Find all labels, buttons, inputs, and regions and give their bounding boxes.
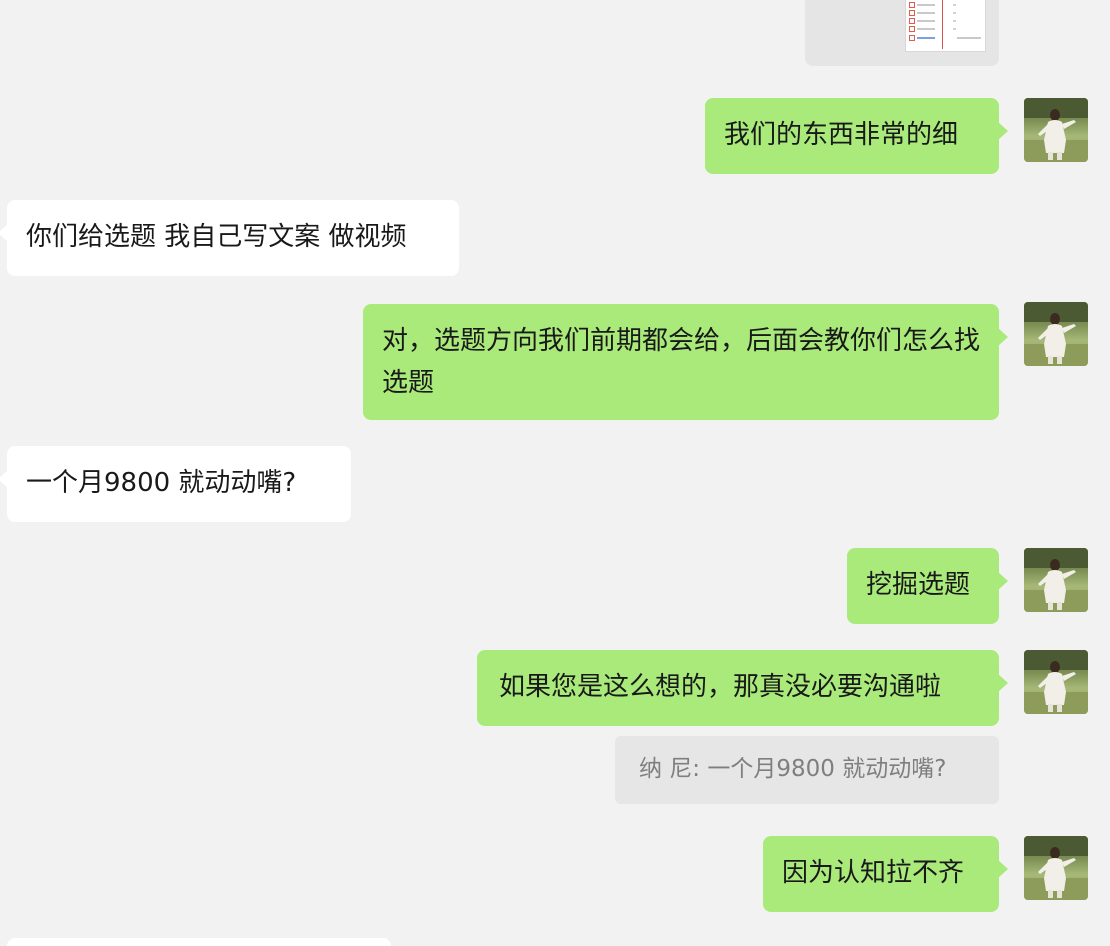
thumbnail-row-selected (909, 35, 981, 41)
self-avatar[interactable] (1024, 302, 1088, 366)
image-message[interactable] (805, 0, 999, 66)
message-text: 我们的东西非常的细 (724, 120, 959, 150)
message-text: 挖掘选题 (866, 570, 971, 600)
thumbnail-row (909, 18, 979, 24)
received-message-bubble-partial[interactable] (7, 938, 391, 946)
quoted-message-text: 纳 尼: 一个月9800 就动动嘴? (639, 756, 947, 782)
message-text: 一个月9800 就动动嘴? (26, 468, 297, 498)
sent-message-bubble[interactable]: 对，选题方向我们前期都会给，后面会教你们怎么找选题 (363, 304, 1008, 420)
avatar-image (1024, 98, 1088, 162)
avatar-image (1024, 836, 1088, 900)
avatar-image (1024, 650, 1088, 714)
sent-message-bubble[interactable]: 我们的东西非常的细 (705, 98, 1008, 174)
screenshot-thumbnail[interactable] (905, 0, 986, 52)
message-text: 因为认知拉不齐 (782, 858, 965, 888)
received-message-bubble[interactable]: 你们给选题 我自己写文案 做视频 (0, 200, 459, 276)
sent-message-bubble[interactable]: 如果您是这么想的，那真没必要沟通啦 (477, 650, 1008, 726)
thumbnail-row (909, 26, 979, 32)
received-message-bubble[interactable]: 一个月9800 就动动嘴? (0, 446, 351, 522)
message-text: 如果您是这么想的，那真没必要沟通啦 (499, 672, 942, 702)
quoted-message[interactable]: 纳 尼: 一个月9800 就动动嘴? (615, 736, 999, 804)
message-text: 对，选题方向我们前期都会给，后面会教你们怎么找选题 (382, 326, 981, 398)
self-avatar[interactable] (1024, 98, 1088, 162)
avatar-image (1024, 302, 1088, 366)
chat-message-list[interactable]: 我们的东西非常的细 你们给选题 我自己写文案 做视频 对，选题方向我们前期都会给… (0, 0, 1110, 946)
message-text: 你们给选题 我自己写文案 做视频 (26, 222, 407, 252)
self-avatar[interactable] (1024, 836, 1088, 900)
thumbnail-row (909, 2, 979, 8)
sent-message-bubble[interactable]: 因为认知拉不齐 (763, 836, 1008, 912)
self-avatar[interactable] (1024, 650, 1088, 714)
sent-message-bubble[interactable]: 挖掘选题 (847, 548, 1008, 624)
thumbnail-row (909, 10, 979, 16)
avatar-image (1024, 548, 1088, 612)
self-avatar[interactable] (1024, 548, 1088, 612)
